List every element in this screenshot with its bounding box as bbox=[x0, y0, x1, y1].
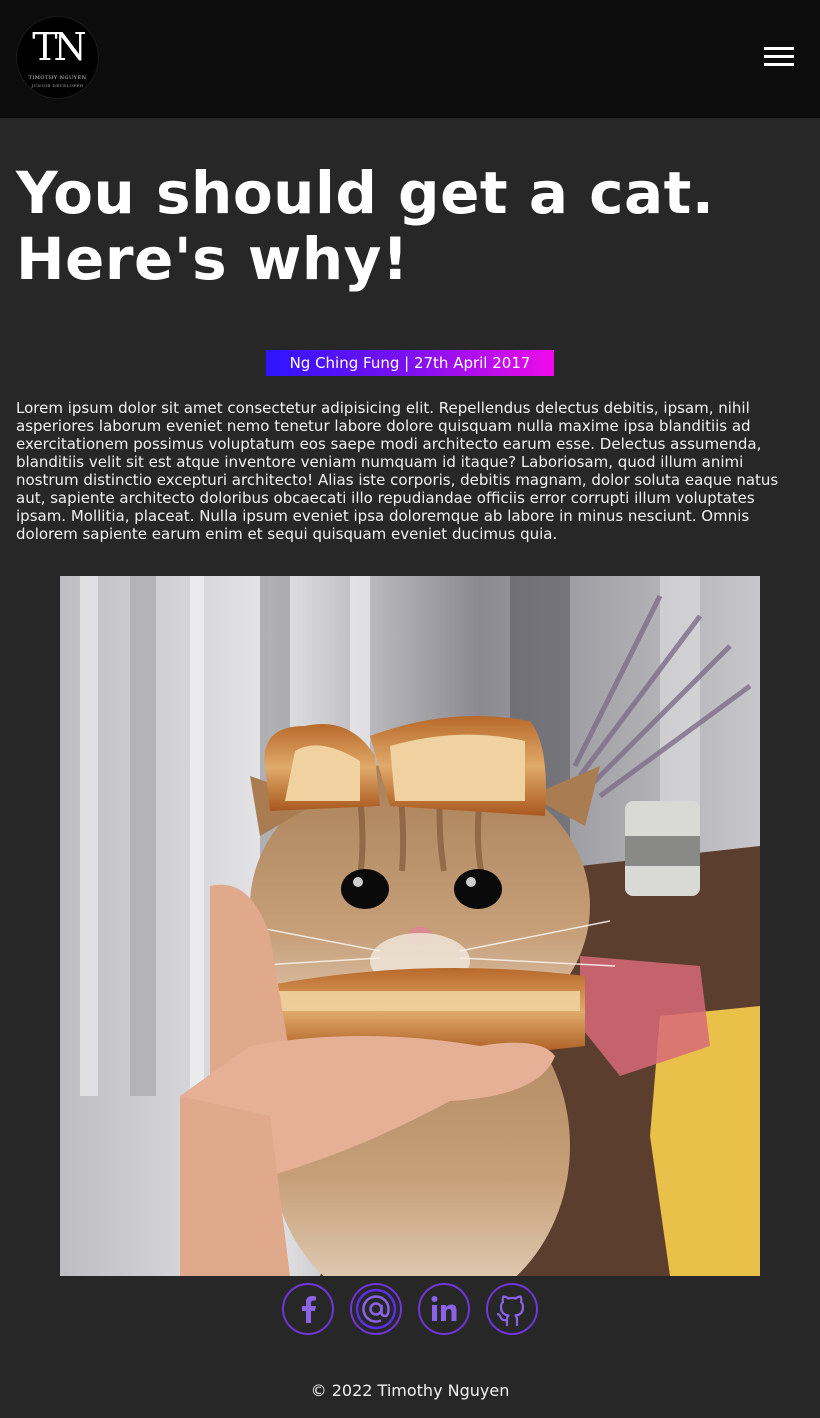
site-header: TN TIMOTHY NGUYEN JUNIOR DEVELOPER bbox=[0, 0, 820, 118]
at-sign-email-icon bbox=[355, 1288, 397, 1330]
logo-role: JUNIOR DEVELOPER bbox=[31, 83, 84, 88]
facebook-icon bbox=[302, 1296, 316, 1323]
hamburger-menu-icon[interactable] bbox=[764, 47, 794, 67]
article-title: You should get a cat. Here's why! bbox=[16, 159, 715, 293]
logo-name: TIMOTHY NGUYEN bbox=[28, 75, 87, 81]
logo[interactable]: TN TIMOTHY NGUYEN JUNIOR DEVELOPER bbox=[16, 16, 99, 99]
linkedin-icon bbox=[431, 1296, 457, 1321]
hamburger-bar bbox=[764, 47, 794, 50]
cat-photo bbox=[60, 576, 760, 1276]
cat-photo-illustration bbox=[60, 576, 760, 1276]
linkedin-link[interactable] bbox=[418, 1283, 470, 1335]
email-link[interactable] bbox=[350, 1283, 402, 1335]
hamburger-bar bbox=[764, 63, 794, 66]
github-link[interactable] bbox=[486, 1283, 538, 1335]
article-body: Lorem ipsum dolor sit amet consectetur a… bbox=[16, 399, 779, 543]
facebook-link[interactable] bbox=[282, 1283, 334, 1335]
logo-monogram: TN bbox=[32, 25, 87, 69]
article-byline: Ng Ching Fung | 27th April 2017 bbox=[266, 350, 554, 376]
github-icon bbox=[496, 1295, 525, 1327]
footer-copyright: © 2022 Timothy Nguyen bbox=[310, 1381, 510, 1400]
hamburger-bar bbox=[764, 55, 794, 58]
